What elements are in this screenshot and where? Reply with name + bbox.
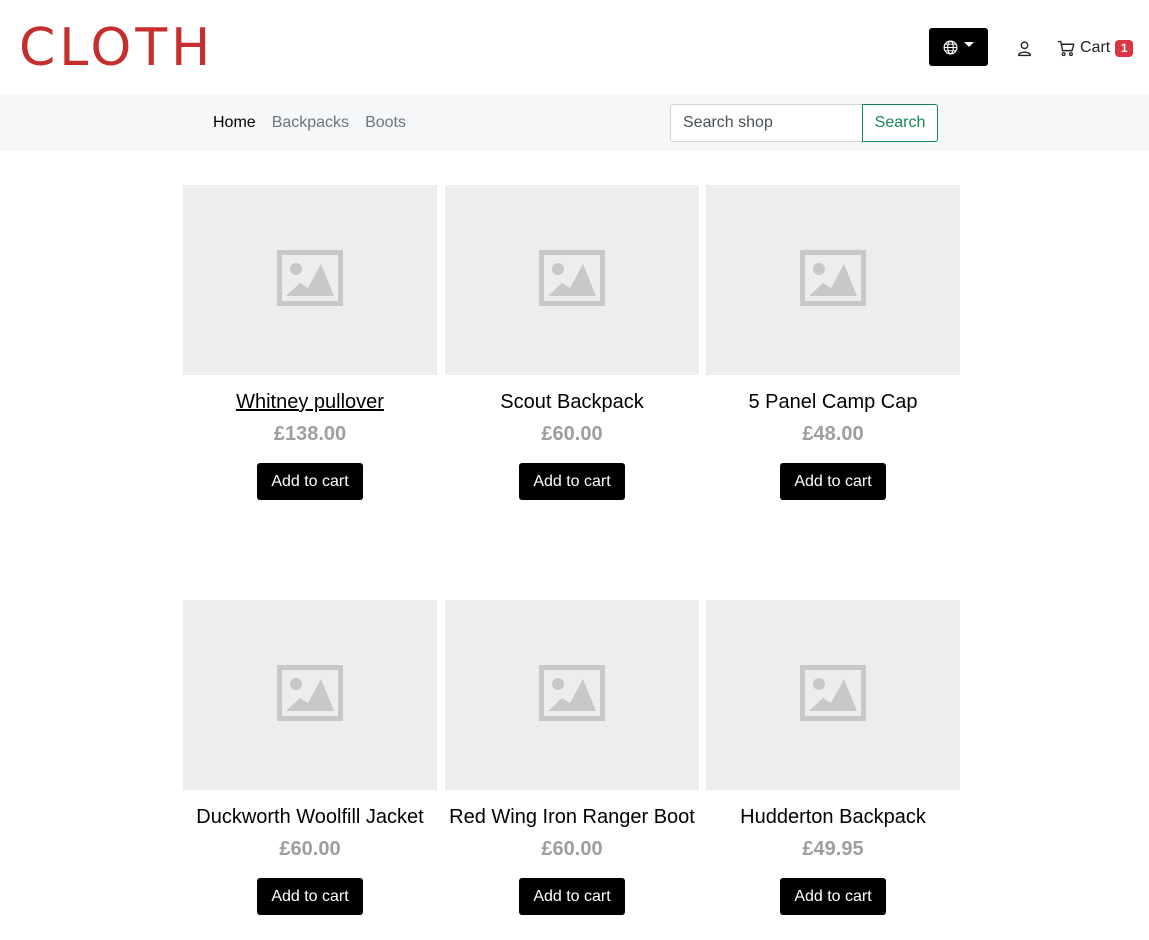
add-to-cart-button[interactable]: Add to cart	[780, 463, 886, 500]
product-image[interactable]	[706, 185, 960, 375]
product-price: £60.00	[541, 423, 603, 445]
navbar: Home Backpacks Boots Search	[0, 95, 1149, 151]
search-input[interactable]	[670, 104, 863, 142]
product-image[interactable]	[183, 185, 437, 375]
add-to-cart-button[interactable]: Add to cart	[780, 878, 886, 915]
product-title[interactable]: Red Wing Iron Ranger Boot	[445, 805, 699, 829]
product-price: £138.00	[273, 423, 347, 445]
add-to-cart-button[interactable]: Add to cart	[519, 878, 625, 915]
product-image[interactable]	[445, 185, 699, 375]
chevron-down-icon	[964, 41, 974, 47]
product-price: £49.95	[802, 838, 864, 860]
image-placeholder-icon	[277, 665, 343, 721]
product-image[interactable]	[445, 600, 699, 790]
image-placeholder-icon	[539, 665, 605, 721]
search-button[interactable]: Search	[862, 104, 938, 142]
image-placeholder-icon	[800, 250, 866, 306]
globe-icon	[943, 40, 958, 54]
image-placeholder-icon	[539, 250, 605, 306]
add-to-cart-button[interactable]: Add to cart	[257, 463, 363, 500]
product-card: Duckworth Woolfill Jacket £60.00 Add to …	[183, 600, 437, 920]
user-icon[interactable]	[1016, 40, 1033, 57]
add-to-cart-button[interactable]: Add to cart	[257, 878, 363, 915]
nav-link-backpacks[interactable]: Backpacks	[272, 114, 349, 132]
product-card: 5 Panel Camp Cap £48.00 Add to cart	[706, 185, 960, 505]
image-placeholder-icon	[800, 665, 866, 721]
product-price: £60.00	[541, 838, 603, 860]
add-to-cart-button[interactable]: Add to cart	[519, 463, 625, 500]
site-logo[interactable]: CLOTH	[19, 18, 214, 78]
nav-links: Home Backpacks Boots	[213, 95, 422, 151]
product-price: £60.00	[279, 838, 341, 860]
product-title[interactable]: Whitney pullover	[183, 390, 437, 414]
image-placeholder-icon	[277, 250, 343, 306]
language-dropdown-button[interactable]	[929, 28, 988, 66]
product-card: Scout Backpack £60.00 Add to cart	[445, 185, 699, 505]
product-price: £48.00	[802, 423, 864, 445]
product-title[interactable]: 5 Panel Camp Cap	[706, 390, 960, 414]
product-card: Red Wing Iron Ranger Boot £60.00 Add to …	[445, 600, 699, 920]
product-image[interactable]	[706, 600, 960, 790]
product-title[interactable]: Duckworth Woolfill Jacket	[183, 805, 437, 829]
cart-label: Cart	[1080, 39, 1111, 56]
product-card: Hudderton Backpack £49.95 Add to cart	[706, 600, 960, 920]
cart-link[interactable]: Cart 1	[1058, 36, 1134, 60]
product-title[interactable]: Scout Backpack	[445, 390, 699, 414]
nav-link-boots[interactable]: Boots	[365, 114, 406, 132]
site-header: CLOTH Cart 1	[0, 0, 1149, 95]
product-image[interactable]	[183, 600, 437, 790]
product-card: Whitney pullover £138.00 Add to cart	[183, 185, 437, 505]
cart-icon	[1058, 40, 1075, 56]
nav-link-home[interactable]: Home	[213, 114, 256, 132]
cart-count-badge: 1	[1115, 39, 1134, 57]
product-title[interactable]: Hudderton Backpack	[706, 805, 960, 829]
